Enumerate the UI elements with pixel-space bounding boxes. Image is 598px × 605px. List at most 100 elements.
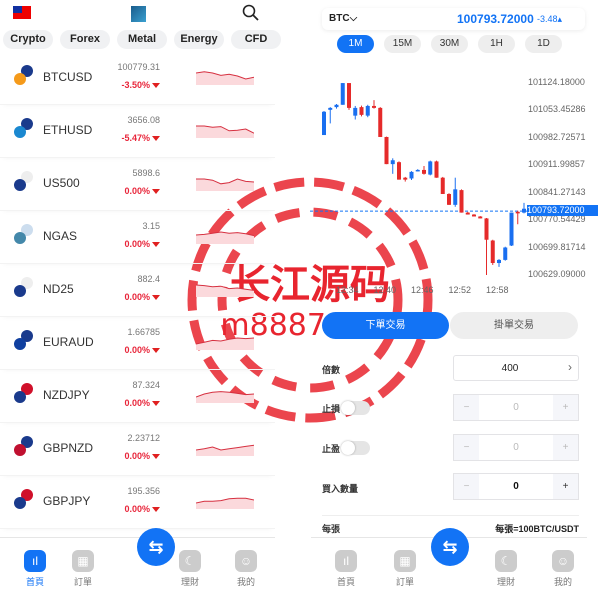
- symbol-price: 5898.6: [132, 168, 160, 178]
- symbol-name: ND25: [43, 282, 74, 296]
- y-tick-label: 100841.27143: [528, 186, 586, 197]
- candle: [409, 171, 414, 179]
- per-lot-label: 每張: [322, 524, 341, 534]
- symbol-change: 0.00%: [124, 398, 150, 408]
- taiwan-flag-icon[interactable]: [13, 6, 31, 19]
- nav-item-3[interactable]: ☺ 我的: [543, 550, 583, 588]
- currency-flag-icon: [14, 126, 26, 138]
- y-tick-label: 101053.45286: [528, 104, 586, 115]
- triangle-down-icon: [152, 189, 160, 194]
- minus-button[interactable]: −: [454, 435, 479, 460]
- timeframe-30M[interactable]: 30M: [431, 35, 468, 53]
- stop-loss-stepper: −0 +: [453, 394, 579, 421]
- nav-label: 理財: [180, 577, 199, 587]
- triangle-down-icon: [152, 401, 160, 406]
- candle: [434, 161, 439, 178]
- market-row[interactable]: BTCUSD 100779.31 -3.50%: [0, 52, 275, 105]
- take-profit-stepper: −0 +: [453, 434, 579, 461]
- symbol-change: -5.47%: [121, 133, 150, 143]
- y-tick-label: 100699.81714: [528, 241, 586, 252]
- stop-loss-toggle[interactable]: [341, 401, 370, 415]
- swap-trade-button[interactable]: ⇆: [431, 528, 469, 566]
- symbol-label: BTC: [329, 13, 350, 24]
- last-price-tag: 100793.72000: [527, 205, 598, 216]
- candle: [440, 177, 445, 194]
- market-row[interactable]: ETHUSD 3656.08 -5.47%: [0, 105, 275, 158]
- bottom-nav: ıl 首頁 ▦ 訂單 ☾ 理財 ☺ 我的 ⇆: [311, 528, 587, 605]
- take-profit-toggle[interactable]: [341, 441, 370, 455]
- x-tick-label: 12:52: [448, 285, 472, 295]
- nav-item-1[interactable]: ▦ 訂單: [63, 550, 103, 588]
- candle: [447, 193, 451, 205]
- market-row[interactable]: EURAUD 1.66785 0.00%: [0, 317, 275, 370]
- quantity-stepper: −0 +: [453, 473, 579, 500]
- nav-item-2[interactable]: ☾ 理財: [170, 550, 210, 588]
- leverage-select[interactable]: 400 ›: [453, 355, 579, 381]
- bottom-nav: ıl 首頁 ▦ 訂單 ☾ 理財 ☺ 我的 ⇆: [0, 528, 275, 605]
- plus-button[interactable]: +: [553, 395, 578, 420]
- symbol-name: BTCUSD: [43, 70, 93, 84]
- timeframe-1H[interactable]: 1H: [478, 35, 515, 53]
- minus-button[interactable]: −: [454, 474, 479, 499]
- candle: [465, 212, 470, 215]
- nav-label: 我的: [553, 577, 572, 587]
- candle: [490, 240, 495, 264]
- leverage-label: 倍數: [322, 365, 341, 375]
- candle: [484, 218, 489, 240]
- tab-pending-order[interactable]: 掛單交易: [450, 312, 578, 339]
- symbol-price: 2.23712: [127, 433, 160, 443]
- triangle-down-icon: [152, 136, 160, 141]
- sparkline-chart: [196, 231, 254, 244]
- timeframe-1D[interactable]: 1D: [525, 35, 562, 53]
- take-profit-input[interactable]: 0: [479, 435, 553, 460]
- price-change-value: -3.48: [537, 14, 558, 24]
- nav-item-1[interactable]: ▦ 訂單: [385, 550, 425, 588]
- minus-button[interactable]: −: [454, 395, 479, 420]
- candle: [403, 177, 408, 180]
- timeframe-1M[interactable]: 1M: [337, 35, 374, 53]
- market-row[interactable]: NZDJPY 87.324 0.00%: [0, 370, 275, 423]
- per-lot-value: 每張=100BTC/USDT: [495, 524, 579, 534]
- sparkline-chart: [196, 391, 254, 403]
- symbol-name: US500: [43, 176, 80, 190]
- take-profit-label: 止盈: [322, 444, 341, 454]
- app-logo-icon: [131, 6, 146, 22]
- symbol-change: 0.00%: [124, 292, 150, 302]
- tab-market-order[interactable]: 下單交易: [322, 312, 449, 339]
- nav-item-2[interactable]: ☾ 理財: [486, 550, 526, 588]
- nav-label: 首頁: [25, 577, 44, 587]
- market-row[interactable]: GBPJPY 195.356 0.00%: [0, 476, 275, 529]
- category-tab-metal[interactable]: Metal: [117, 30, 167, 49]
- symbol-change: -3.50%: [121, 80, 150, 90]
- candlestick-chart[interactable]: [310, 75, 528, 285]
- swap-trade-button[interactable]: ⇆: [137, 528, 175, 566]
- stop-loss-input[interactable]: 0: [479, 395, 553, 420]
- x-tick-label: 12:46: [411, 285, 434, 295]
- category-tab-cfd[interactable]: CFD: [231, 30, 281, 49]
- nav-item-0[interactable]: ıl 首頁: [15, 550, 55, 588]
- nav-item-3[interactable]: ☺ 我的: [226, 550, 266, 588]
- finance-icon: ☾: [495, 550, 517, 572]
- category-tab-forex[interactable]: Forex: [60, 30, 110, 49]
- divider: [322, 515, 579, 516]
- quantity-input[interactable]: 0: [479, 474, 553, 499]
- timeframe-15M[interactable]: 15M: [384, 35, 421, 53]
- symbol-selector[interactable]: BTC⌵: [329, 13, 357, 24]
- category-tab-crypto[interactable]: Crypto: [3, 30, 53, 49]
- category-tab-energy[interactable]: Energy: [174, 30, 224, 49]
- market-row[interactable]: GBPNZD 2.23712 0.00%: [0, 423, 275, 476]
- currency-flag-icon: [14, 73, 26, 85]
- search-icon[interactable]: [242, 4, 260, 22]
- nav-item-0[interactable]: ıl 首頁: [326, 550, 366, 588]
- symbol-name: NGAS: [43, 229, 78, 243]
- plus-button[interactable]: +: [553, 435, 578, 460]
- plus-button[interactable]: +: [553, 474, 578, 499]
- sparkline-chart: [196, 337, 254, 350]
- market-row[interactable]: NGAS 3.15 0.00%: [0, 211, 275, 264]
- orders-grid-icon: ▦: [394, 550, 416, 572]
- market-row[interactable]: ND25 882.4 0.00%: [0, 264, 275, 317]
- market-row[interactable]: US500 5898.6 0.00%: [0, 158, 275, 211]
- symbol-header: BTC⌵ 100793.72000 -3.48▴: [322, 8, 585, 30]
- chevron-right-icon: ›: [568, 360, 572, 374]
- candle: [365, 105, 370, 116]
